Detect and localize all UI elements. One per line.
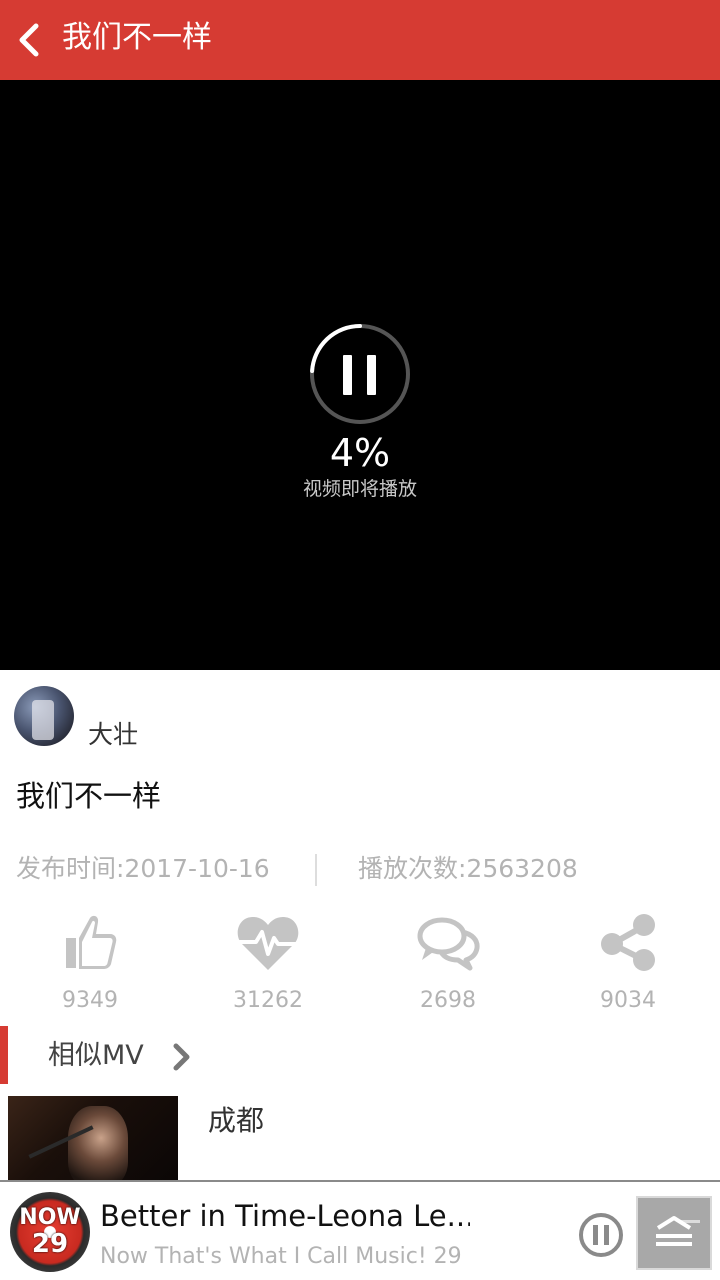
meta-divider [315, 854, 317, 886]
comment-count: 2698 [420, 988, 476, 1013]
similar-mv-title[interactable]: 相似MV [48, 1038, 144, 1074]
avatar[interactable] [14, 686, 74, 746]
mv-thumbnail[interactable] [8, 1096, 178, 1186]
pause-icon[interactable] [578, 1212, 624, 1258]
page-title: 我们不一样 [62, 20, 212, 55]
heartbeat-icon [237, 916, 299, 970]
publish-date: 发布时间:2017-10-16 [16, 854, 270, 883]
mv-item-title[interactable]: 成都 [208, 1102, 264, 1140]
chevron-left-icon [19, 23, 39, 57]
playlist-icon [656, 1216, 700, 1246]
play-count: 播放次数:2563208 [358, 854, 578, 883]
like-button[interactable]: 9349 [30, 912, 150, 1016]
loading-status: 视频即将播放 [302, 478, 417, 500]
back-button[interactable] [14, 20, 50, 60]
loading-percent: 4% [329, 431, 391, 475]
album-art-number: 29 [31, 1229, 69, 1259]
favorite-button[interactable]: 31262 [208, 912, 328, 1016]
comment-icon [417, 917, 480, 971]
comment-button[interactable]: 2698 [388, 912, 508, 1016]
mini-player[interactable]: NOW 29 Better in Time-Leona Le... Now Th… [0, 1180, 720, 1280]
share-count: 9034 [600, 988, 656, 1013]
chevron-right-icon[interactable] [170, 1042, 192, 1072]
album-art-text: NOW [19, 1205, 81, 1230]
section-marker [0, 1026, 8, 1084]
top-bar: 我们不一样 [0, 0, 720, 80]
album-art[interactable]: NOW 29 [10, 1192, 90, 1272]
song-title: 我们不一样 [16, 779, 162, 813]
player-song-title: Better in Time-Leona Le... [100, 1199, 470, 1233]
thumbs-up-icon [66, 915, 117, 969]
share-button[interactable]: 9034 [568, 912, 688, 1016]
player-album-name: Now That's What I Call Music! 29 [100, 1244, 462, 1269]
favorite-count: 31262 [233, 988, 303, 1013]
like-count: 9349 [62, 988, 118, 1013]
playlist-button[interactable] [636, 1196, 712, 1270]
video-player[interactable]: 4% 视频即将播放 [0, 80, 720, 670]
share-icon [601, 914, 655, 971]
loading-progress-ring [310, 324, 410, 424]
author-name[interactable]: 大壮 [88, 718, 138, 752]
